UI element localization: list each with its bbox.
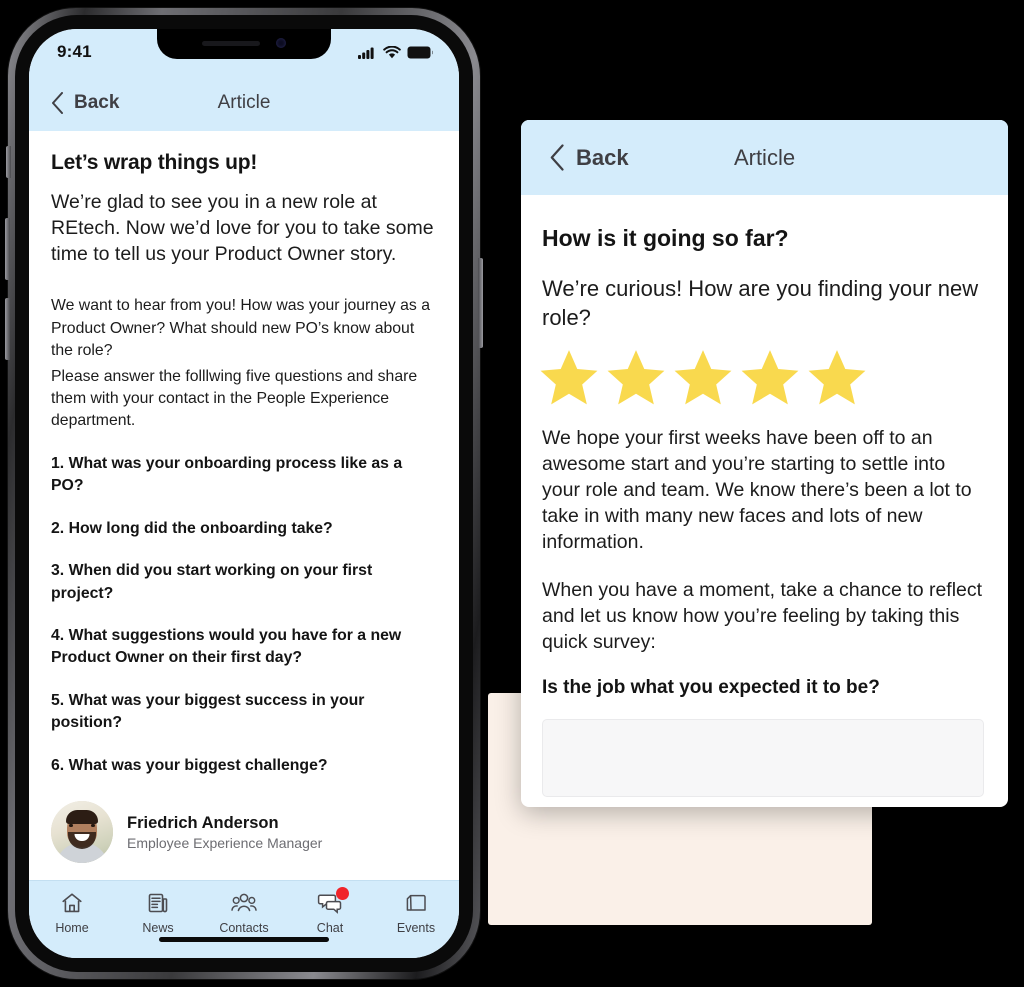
article-lead: We’re glad to see you in a new role at R…: [51, 191, 434, 266]
mockup-stage: 9:41 Back Article Let’s wrap things up! …: [0, 0, 1024, 987]
article-paragraph: Please answer the folllwing five questio…: [51, 367, 418, 430]
question-item: 2. How long did the onboarding take?: [51, 519, 333, 537]
bottom-tab-bar: Home News Contacts Chat Events: [29, 880, 459, 958]
tab-label: Contacts: [219, 921, 269, 935]
wifi-icon: [383, 45, 401, 58]
status-bar: 9:41: [29, 29, 459, 75]
article-navbar: Back Article: [29, 75, 459, 131]
panel2-heading: How is it going so far?: [542, 225, 789, 251]
question-item: 4. What suggestions would you have for a…: [51, 627, 402, 667]
tab-chat[interactable]: Chat: [287, 887, 373, 935]
answer-input[interactable]: [542, 719, 984, 798]
panel2-survey-question: Is the job what you expected it to be?: [542, 677, 880, 699]
panel2-navbar: Back Article: [521, 120, 1008, 195]
notch: [157, 29, 331, 59]
article-paragraph: We want to hear from you! How was your j…: [51, 297, 431, 360]
power-button[interactable]: [478, 258, 483, 348]
question-item: 3. When did you start working on your fi…: [51, 562, 373, 602]
question-item: 6. What was your biggest challenge?: [51, 756, 328, 774]
contacts-icon: [231, 890, 257, 916]
author-text: Friedrich Anderson Employee Experience M…: [127, 814, 322, 851]
tab-news[interactable]: News: [115, 890, 201, 935]
star-icon[interactable]: [672, 346, 734, 408]
star-icon[interactable]: [739, 346, 801, 408]
panel2-back-button[interactable]: Back: [521, 144, 629, 171]
chat-icon: [317, 887, 349, 916]
question-list: 1. What was your onboarding process like…: [51, 453, 437, 777]
panel2-paragraph: We hope your first weeks have been off t…: [542, 427, 972, 553]
panel2-content: How is it going so far? We’re curious! H…: [521, 195, 1008, 798]
navbar-title: Article: [217, 92, 271, 113]
news-icon: [145, 890, 171, 916]
panel2-lead: We’re curious! How are you finding your …: [542, 276, 979, 331]
article-content: Let’s wrap things up! We’re glad to see …: [29, 131, 459, 880]
tab-label: Events: [396, 921, 436, 935]
author-role: Employee Experience Manager: [127, 834, 323, 851]
volume-down-button[interactable]: [5, 298, 10, 360]
tab-home[interactable]: Home: [29, 890, 115, 935]
avatar: [51, 801, 113, 864]
panel2-paragraph: When you have a moment, take a chance to…: [542, 578, 983, 653]
tab-events[interactable]: Events: [373, 890, 459, 935]
author-name: Friedrich Anderson: [127, 813, 279, 832]
avatar-hair: [66, 810, 98, 825]
star-rating[interactable]: [538, 346, 984, 408]
author-byline: Friedrich Anderson Employee Experience M…: [51, 801, 437, 864]
volume-up-button[interactable]: [5, 218, 10, 280]
star-icon[interactable]: [806, 346, 868, 408]
question-item: 5. What was your biggest success in your…: [51, 691, 365, 732]
panel2-back-label: Back: [576, 144, 629, 170]
folder-icon: [403, 890, 429, 916]
tab-contacts[interactable]: Contacts: [201, 890, 287, 935]
phone-device: 9:41 Back Article Let’s wrap things up! …: [5, 8, 483, 979]
tab-label: Home: [55, 921, 89, 935]
status-time: 9:41: [57, 42, 92, 61]
mute-switch-button[interactable]: [6, 146, 11, 178]
tab-label: News: [142, 921, 174, 935]
home-indicator[interactable]: [159, 937, 329, 942]
back-button[interactable]: Back: [29, 92, 119, 114]
status-icons: [358, 45, 433, 59]
earpiece-speaker: [202, 40, 260, 46]
article-title: Let’s wrap things up!: [51, 151, 258, 174]
chevron-left-icon: [550, 144, 564, 171]
front-camera: [276, 38, 286, 48]
home-icon: [59, 890, 85, 916]
panel2-navbar-title: Article: [733, 144, 796, 170]
star-icon[interactable]: [538, 346, 600, 408]
chevron-left-icon: [52, 92, 63, 114]
star-icon[interactable]: [605, 346, 667, 408]
question-item: 1. What was your onboarding process like…: [51, 454, 403, 495]
avatar-eye-right: [91, 824, 95, 828]
battery-icon: [407, 46, 433, 58]
avatar-eye-left: [69, 824, 73, 828]
article-panel-secondary: Back Article How is it going so far? We’…: [521, 120, 1008, 807]
chat-unread-badge: [336, 887, 349, 900]
phone-screen: 9:41 Back Article Let’s wrap things up! …: [29, 29, 459, 958]
tab-label: Chat: [316, 921, 344, 935]
signal-icon: [358, 47, 374, 59]
back-button-label: Back: [74, 92, 120, 113]
